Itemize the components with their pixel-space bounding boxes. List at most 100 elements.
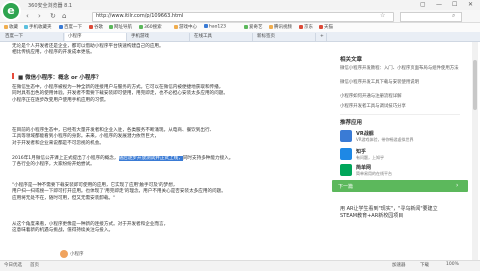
zoom-level[interactable]: 100% [446, 262, 459, 267]
related-item[interactable]: 微信小程序开发工具下载与安装使用说明 [340, 80, 460, 86]
related-item[interactable]: 微信小程序开发教程：入门、小程序页面布局与组件使用方法 [340, 66, 460, 72]
next-article-line: 用 AR让学生看到"现实"，"寻乌新闻"要建立 [340, 206, 438, 212]
status-home[interactable]: 首页 [30, 262, 39, 268]
paragraph-line: 小程序正在逐步改变用户使用手机应用的习惯。 [12, 97, 109, 103]
app-icon[interactable] [340, 164, 352, 176]
back-icon[interactable]: ‹ [26, 12, 29, 20]
bookmark-item[interactable]: 天猫 [319, 24, 333, 30]
close-icon[interactable]: ✕ [468, 1, 473, 8]
paragraph-line: 了各行业的小程序，大家纷纷开始尝试。 [12, 162, 95, 168]
status-download[interactable]: 下载 [420, 262, 429, 268]
chevron-right-icon[interactable]: › [456, 182, 458, 189]
next-article-title[interactable]: 用 AR让学生看到"现实"，"寻乌新闻"要建立 STEAM教育+AR新校园项目 [340, 206, 462, 220]
paragraph-2: 在目前的小程序生态中，已经有大量开发者和企业入驻，各类服务不断涌现，从电商、餐饮… [12, 128, 297, 147]
related-item[interactable]: 小程序开发者工具与调试技巧分享 [340, 104, 460, 110]
bookmark-item[interactable]: hao123 [204, 24, 226, 30]
browser-tab[interactable]: 新标签页 [254, 33, 316, 41]
browser-tab[interactable]: 手机游戏 [128, 33, 190, 41]
bookmark-icon [269, 24, 273, 29]
refresh-icon[interactable]: ↻ [50, 12, 56, 20]
bookmark-item[interactable]: 京东 [299, 24, 313, 30]
divider [340, 114, 460, 115]
bookmark-icon [89, 24, 93, 29]
paragraph-line: 这意味着新的机遇与挑战，值得持续关注与投入。 [12, 228, 114, 234]
apps-heading: 推荐应用 [340, 120, 363, 126]
paragraph-line: 对于开发者和企业来说都是不可忽视的机会。 [12, 140, 104, 146]
bookmark-item[interactable]: 爱奇艺 [244, 24, 263, 30]
related-item[interactable]: 小程序如何开通与注册流程详解 [340, 94, 460, 100]
status-today[interactable]: 今日优选 [4, 262, 22, 268]
author-avatar[interactable] [60, 250, 68, 258]
bookmark-label: 游戏中心 [179, 25, 197, 30]
bookmark-item[interactable]: 手机收藏夹 [24, 24, 52, 30]
bookmark-icon [244, 24, 248, 29]
bookmark-item[interactable]: 百度一下 [59, 24, 82, 30]
status-bar [0, 260, 480, 271]
window-title: 360安全浏览器 8.1 [28, 3, 73, 9]
app-name[interactable]: 知乎 [356, 148, 366, 155]
app-name[interactable]: 简单网 [356, 164, 371, 171]
paragraph-1: 在微信生态中，小程序被视为一种全新的连接用户与服务的方式。它可以在微信内被便捷地… [12, 85, 297, 104]
intro-line: 相比传统应用，小程序的开发成本更低。 [12, 50, 95, 56]
bookmark-item[interactable]: 360搜索 [139, 24, 162, 30]
bookmark-label: 360搜索 [144, 25, 162, 30]
scrollbar-thumb[interactable] [473, 60, 477, 110]
bookmark-label: 爱奇艺 [249, 25, 263, 30]
bookmark-item[interactable]: 收藏 [4, 24, 18, 30]
section-marker [12, 73, 14, 79]
browser-logo[interactable]: e [1, 1, 21, 21]
selected-text[interactable]: 随后逐步开放测试并正式上线， [118, 156, 183, 161]
app-icon[interactable] [340, 130, 352, 142]
status-accelerator[interactable]: 加速器 [392, 262, 406, 268]
bookmark-icon [4, 24, 8, 29]
browser-tab[interactable]: 小程序 [65, 33, 127, 41]
bookmark-label: 百度一下 [64, 25, 82, 30]
paragraph-3: 2016年1月微信公开课上正式提出了小程序的概念，随后逐步开放测试并正式上线，同… [12, 156, 297, 169]
next-article-label: 下一篇 [338, 184, 354, 190]
bookmark-label: 谷歌 [94, 25, 103, 30]
bookmark-item[interactable]: 腾讯视频 [269, 24, 292, 30]
app-desc: 有问题，上知乎 [356, 155, 384, 160]
app-icon[interactable] [340, 148, 352, 160]
quote-line: 应用将无处不在，随时可用，但又无需安装卸载。" [12, 195, 116, 201]
bookmark-label: 京东 [304, 25, 313, 30]
new-tab-button[interactable]: + [317, 33, 327, 41]
bookmark-icon [109, 24, 113, 29]
author-name[interactable]: 小程序 [70, 251, 84, 257]
bookmark-icon [24, 24, 28, 29]
next-article-line: STEAM教育+AR新校园项目 [340, 213, 404, 219]
bookmark-icon [139, 24, 143, 29]
bookmark-item[interactable]: 谷歌 [89, 24, 103, 30]
search-icon[interactable]: ⌕ [452, 12, 455, 20]
app-name[interactable]: VR战舰 [356, 130, 374, 137]
bookmark-label: 天猫 [324, 25, 333, 30]
browser-tab[interactable]: 在线工具 [191, 33, 253, 41]
app-desc: VR游戏体验，带你畅游虚拟世界 [356, 137, 414, 142]
bookmark-item[interactable]: 游戏中心 [174, 24, 197, 30]
bookmark-label: 腾讯视频 [274, 25, 292, 30]
bookmark-icon [299, 24, 303, 29]
bookmark-icon [174, 24, 178, 29]
forward-icon[interactable]: › [38, 12, 41, 20]
related-heading: 相关文章 [340, 57, 363, 63]
bookmark-icon [319, 24, 323, 29]
skin-icon[interactable]: ▢ [420, 1, 426, 8]
paragraph-text: 2016年1月微信公开课上正式提出了小程序的概念， [12, 156, 119, 161]
minimize-icon[interactable]: — [436, 1, 442, 8]
article-intro: 无论是个人开发者还是企业，都可以借助小程序平台快速构建自己的应用。 相比传统应用… [12, 44, 297, 57]
bookmark-label: 网址导航 [114, 25, 132, 30]
maximize-icon[interactable]: ☐ [452, 1, 457, 8]
bookmark-icon [204, 24, 208, 28]
quote-paragraph: "小程序是一种不需要下载安装即可使用的应用，它实现了应用'触手可及'的梦想， 用… [12, 183, 297, 202]
paragraph-text: 同时支持多种能力接入。 [182, 156, 234, 161]
closing-paragraph: 从这个角度来看，小程序更像是一种新的连接方式。对于开发者和企业而言， 这意味着新… [12, 222, 297, 235]
bookmark-item[interactable]: 网址导航 [109, 24, 132, 30]
bookmark-label: hao123 [209, 24, 226, 30]
section-title: ■ 微信小程序：概念 or 小程序？ [18, 75, 102, 81]
app-desc: 简单易用的在线平台 [356, 171, 392, 176]
bookmark-label: 手机收藏夹 [29, 25, 52, 30]
star-icon[interactable]: ☆ [380, 12, 385, 19]
browser-tab[interactable]: 百度一下 [2, 33, 64, 41]
home-icon[interactable]: ⌂ [62, 12, 66, 20]
bookmark-label: 收藏 [9, 25, 18, 30]
